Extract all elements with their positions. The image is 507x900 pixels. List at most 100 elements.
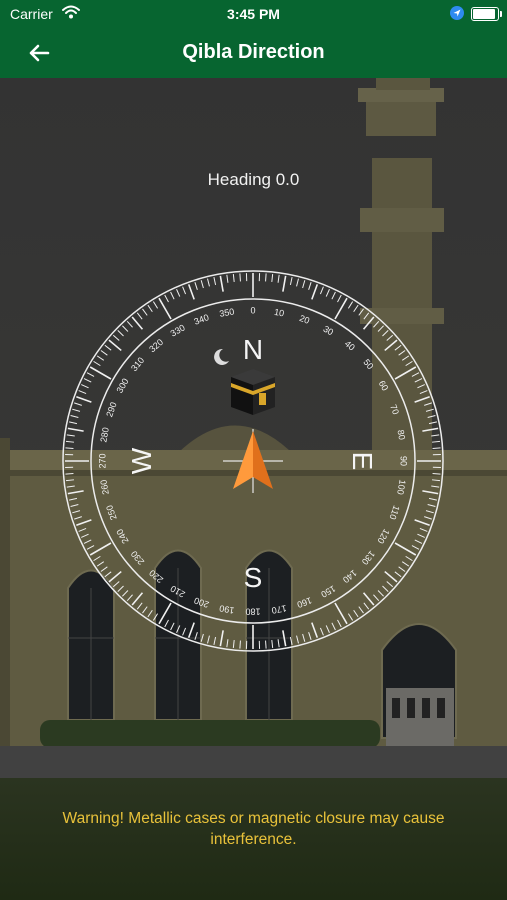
- compass-tick: [311, 284, 319, 300]
- kaaba-icon: [231, 369, 275, 415]
- compass-tick: [136, 312, 143, 320]
- compass-tick: [414, 539, 423, 544]
- degree-label: 350: [219, 306, 236, 318]
- compass-tick: [142, 308, 148, 316]
- degree-label: 140: [341, 568, 359, 585]
- compass-tick: [428, 421, 437, 425]
- compass-tick: [104, 571, 112, 578]
- compass-tick: [122, 325, 129, 332]
- compass-tick: [74, 402, 82, 406]
- page-title: Qibla Direction: [182, 41, 325, 63]
- compass-tick: [398, 350, 406, 356]
- status-bar: Carrier 3:45 PM: [0, 0, 507, 28]
- degree-label: 210: [169, 583, 187, 599]
- degree-label: 170: [271, 603, 288, 615]
- compass-tick: [152, 613, 159, 621]
- degree-label: 180: [245, 607, 260, 617]
- compass-tick: [394, 542, 417, 556]
- compass-tick: [289, 636, 293, 645]
- compass-tick: [200, 633, 204, 642]
- compass-dial: 0 10 20 30 40 5060 70 80 90 100 110 120 130140150 160…: [62, 270, 444, 652]
- degree-label: 290: [104, 401, 119, 419]
- compass-tick: [219, 275, 224, 292]
- compass-tick: [96, 355, 105, 361]
- compass-tick: [67, 427, 84, 432]
- compass-tick: [353, 304, 359, 313]
- degree-label: 160: [296, 595, 314, 610]
- degree-label: 20: [298, 313, 311, 326]
- compass-tick: [319, 627, 324, 636]
- compass-tick: [331, 291, 336, 300]
- compass-tick: [428, 497, 437, 501]
- cardinal-w: W: [126, 447, 157, 474]
- location-arrow-icon: [450, 6, 464, 20]
- compass-tick: [414, 519, 430, 527]
- compass-tick: [86, 372, 95, 377]
- compass-tick: [373, 594, 380, 602]
- crescent-icon: [214, 348, 229, 365]
- compass-tick: [382, 585, 389, 592]
- degree-label: 120: [375, 527, 391, 545]
- compass-tick: [86, 545, 95, 550]
- compass-tick: [131, 316, 144, 330]
- compass-tick: [232, 273, 235, 283]
- compass-tick: [271, 273, 274, 283]
- compass-tick: [358, 606, 364, 614]
- compass-tick: [334, 602, 348, 625]
- degree-label: 190: [219, 603, 236, 615]
- compass-tick: [386, 581, 394, 588]
- compass-tick: [207, 278, 210, 287]
- compass-tick: [302, 280, 306, 289]
- compass-tick: [337, 294, 342, 303]
- compass-tick: [384, 570, 398, 583]
- compass-tick: [362, 316, 375, 330]
- compass-tick: [347, 613, 354, 621]
- compass-tick: [417, 384, 425, 389]
- compass-tick: [164, 619, 169, 628]
- compass-tick: [363, 312, 370, 320]
- compass-tick: [142, 606, 148, 614]
- compass-tick: [331, 622, 336, 631]
- compass-tick: [347, 301, 354, 309]
- navigation-bar: Qibla Direction: [0, 28, 507, 78]
- compass-tick: [424, 516, 432, 520]
- compass-tick: [147, 304, 153, 313]
- degree-label: 70: [388, 403, 401, 416]
- compass-tick: [187, 284, 195, 300]
- compass-tick: [419, 527, 428, 532]
- compass-tick: [194, 282, 198, 290]
- compass-tick: [431, 440, 441, 443]
- compass-tick: [363, 602, 370, 610]
- compass-tick: [384, 339, 398, 352]
- compass-tick: [81, 384, 89, 389]
- compass-tick: [282, 630, 287, 647]
- compass-tick: [117, 585, 124, 592]
- compass-tick: [353, 609, 359, 618]
- degree-label: 50: [361, 357, 375, 371]
- compass-tick: [93, 360, 101, 367]
- compass-tick: [427, 415, 436, 418]
- compass-tick: [182, 627, 187, 636]
- compass-tick: [69, 421, 78, 425]
- compass-tick: [271, 639, 274, 649]
- degree-label: 310: [129, 355, 146, 373]
- compass-tick: [431, 434, 440, 437]
- compass-tick: [277, 639, 280, 648]
- compass-tick: [81, 533, 89, 538]
- compass-tick: [414, 378, 423, 383]
- degree-label: 90: [399, 456, 409, 466]
- compass-tick: [394, 366, 417, 380]
- compass-tick: [66, 485, 75, 488]
- compass-tick: [422, 427, 439, 432]
- compass-tick: [200, 280, 204, 289]
- compass-tick: [239, 273, 241, 282]
- compass-tick: [414, 395, 430, 403]
- compass-tick: [417, 533, 425, 538]
- compass-tick: [158, 297, 172, 320]
- degree-label: 240: [114, 527, 130, 545]
- compass-tick: [108, 339, 122, 352]
- compass-tick: [100, 350, 108, 356]
- compass-tick: [337, 619, 342, 628]
- cardinal-n: N: [243, 334, 263, 365]
- compass-tick: [76, 395, 92, 403]
